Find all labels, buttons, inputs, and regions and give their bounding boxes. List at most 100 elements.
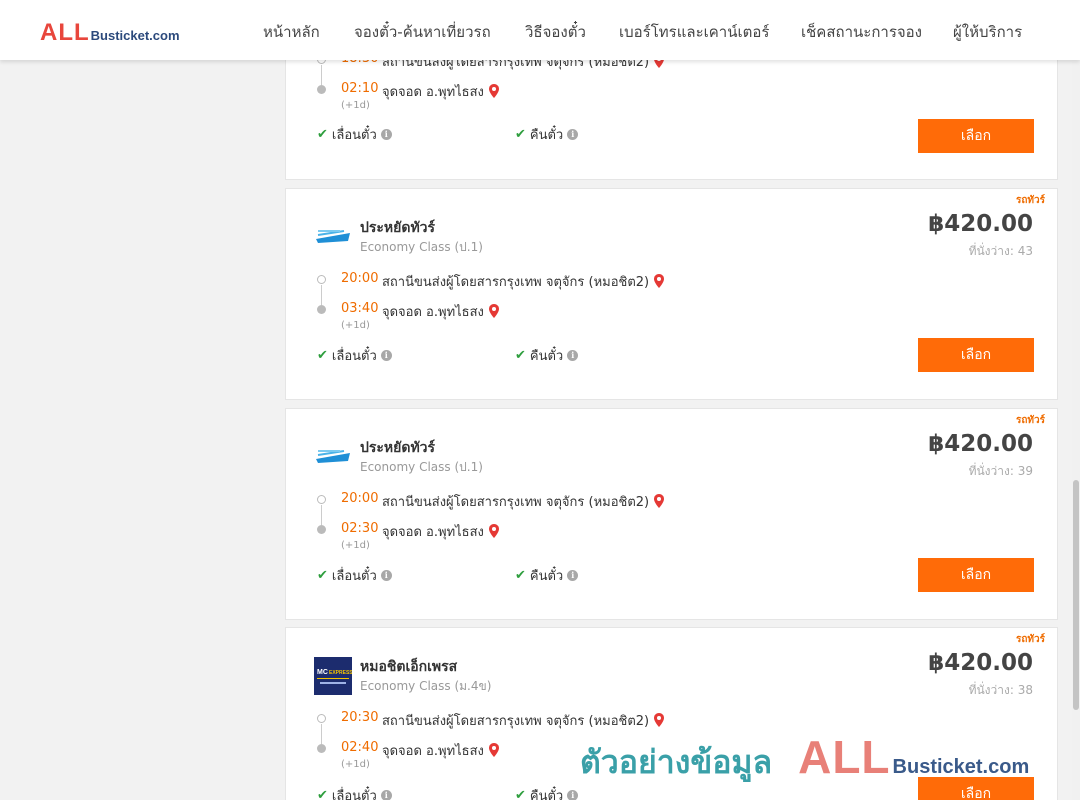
map-pin-icon[interactable] (653, 494, 665, 508)
depart-time: 20:30 (341, 710, 379, 725)
info-icon[interactable]: i (380, 350, 392, 361)
bus-type-badge: รถทัวร์ (1015, 634, 1045, 645)
check-icon: ✔ (317, 348, 328, 363)
svg-text:EXPRESS: EXPRESS (329, 670, 352, 676)
select-button[interactable]: เลือก (918, 558, 1034, 592)
depart-place: สถานีขนส่งผู้โดยสารกรุงเทพ จตุจักร (หมอช… (382, 710, 665, 731)
depart-dot (317, 714, 326, 723)
nav-operators[interactable]: ผู้ให้บริการ (953, 20, 1022, 44)
depart-time: 20:00 (341, 271, 379, 286)
operator-name: ประหยัดทัวร์ (360, 440, 436, 456)
seats-available: ที่นั่งว่าง: 39 (968, 464, 1033, 478)
map-pin-icon[interactable] (488, 524, 500, 538)
watermark-all-text: ALL (798, 731, 891, 783)
prayad-tour-logo-icon (316, 230, 350, 243)
depart-place-text: สถานีขนส่งผู้โดยสารกรุงเทพ จตุจักร (หมอช… (382, 714, 650, 729)
arrive-place: จุดจอด อ.พุทไธสง (382, 301, 500, 322)
arrive-dot (317, 744, 326, 753)
arrive-place-text: จุดจอด อ.พุทไธสง (382, 305, 484, 320)
check-icon: ✔ (515, 568, 526, 583)
plus-day: (+1d) (341, 100, 370, 111)
watermark-thai-text: ตัวอย่างข้อมูล (580, 743, 773, 781)
seats-available: ที่นั่งว่าง: 38 (968, 683, 1033, 697)
refund-ticket-label: คืนตั๋ว (529, 569, 564, 584)
map-pin-icon[interactable] (488, 84, 500, 98)
arrive-time: 02:10 (341, 81, 379, 96)
depart-place-text: สถานีขนส่งผู้โดยสารกรุงเทพ จตุจักร (หมอช… (382, 275, 650, 290)
arrive-dot (317, 305, 326, 314)
plus-day: (+1d) (341, 759, 370, 770)
bus-type-badge: รถทัวร์ (1015, 195, 1045, 206)
svg-text:MC: MC (317, 669, 328, 676)
arrive-dot (317, 85, 326, 94)
watermark-domain-text: Busticket.com (892, 756, 1030, 778)
scrollbar-thumb[interactable] (1073, 480, 1079, 710)
info-icon[interactable]: i (567, 129, 579, 140)
info-icon[interactable]: i (567, 350, 579, 361)
change-ticket-label: เลื่อนตั๋ว (331, 569, 377, 584)
operator-name: ประหยัดทัวร์ (360, 220, 436, 236)
map-pin-icon[interactable] (488, 304, 500, 318)
info-icon[interactable]: i (380, 129, 392, 140)
price: ฿420.00 (928, 431, 1033, 457)
change-ticket-feature: ✔ เลื่อนตั๋ว i (317, 565, 392, 586)
nav-check-booking[interactable]: เช็คสถานะการจอง (801, 20, 922, 44)
timeline-line (321, 65, 322, 85)
logo-domain-text: Busticket.com (90, 28, 180, 43)
refund-ticket-feature: ✔ คืนตั๋ว i (515, 785, 579, 800)
refund-ticket-feature: ✔ คืนตั๋ว i (515, 345, 579, 366)
change-ticket-label: เลื่อนตั๋ว (331, 789, 377, 800)
price: ฿420.00 (928, 650, 1033, 676)
map-pin-icon[interactable] (653, 274, 665, 288)
depart-time: 20:00 (341, 491, 379, 506)
map-pin-icon[interactable] (488, 743, 500, 757)
depart-place: สถานีขนส่งผู้โดยสารกรุงเทพ จตุจักร (หมอช… (382, 271, 665, 292)
bus-class: Economy Class (ป.1) (360, 240, 483, 254)
info-icon[interactable]: i (380, 570, 392, 581)
logo-all-text: ALL (40, 19, 90, 46)
plus-day: (+1d) (341, 540, 370, 551)
operator-name: หมอชิตเอ็กเพรส (360, 659, 458, 675)
bus-class: Economy Class (ม.4ข) (360, 679, 492, 693)
map-pin-icon[interactable] (653, 713, 665, 727)
depart-dot (317, 495, 326, 504)
nav-book-search[interactable]: จองตั๋ว-ค้นหาเที่ยวรถ (354, 20, 491, 44)
arrive-place: จุดจอด อ.พุทไธสง (382, 740, 500, 761)
site-logo[interactable]: ALL Busticket.com (40, 19, 180, 47)
info-icon[interactable]: i (567, 790, 579, 800)
timeline-line (321, 285, 322, 305)
nav-home[interactable]: หน้าหลัก (263, 20, 320, 44)
page-scrollbar[interactable] (1072, 60, 1080, 800)
arrive-place: จุดจอด อ.พุทไธสง (382, 81, 500, 102)
change-ticket-feature: ✔ เลื่อนตั๋ว i (317, 345, 392, 366)
select-button[interactable]: เลือก (918, 119, 1034, 153)
nav-phone-counters[interactable]: เบอร์โทรและเคาน์เตอร์ (619, 20, 769, 44)
timeline-line (321, 505, 322, 525)
bus-class: Economy Class (ป.1) (360, 460, 483, 474)
mochit-express-logo-icon: MC EXPRESS (314, 657, 352, 695)
check-icon: ✔ (317, 788, 328, 800)
arrive-dot (317, 525, 326, 534)
info-icon[interactable]: i (380, 790, 392, 800)
select-button[interactable]: เลือก (918, 338, 1034, 372)
depart-place-text: สถานีขนส่งผู้โดยสารกรุงเทพ จตุจักร (หมอช… (382, 495, 650, 510)
nav-how-to-book[interactable]: วิธีจองตั๋ว (525, 20, 586, 44)
plus-day: (+1d) (341, 320, 370, 331)
seats-available: ที่นั่งว่าง: 43 (968, 244, 1033, 258)
arrive-place-text: จุดจอด อ.พุทไธสง (382, 85, 484, 100)
price: ฿420.00 (928, 211, 1033, 237)
bus-type-badge: รถทัวร์ (1015, 415, 1045, 426)
change-ticket-label: เลื่อนตั๋ว (331, 349, 377, 364)
change-ticket-label: เลื่อนตั๋ว (331, 128, 377, 143)
arrive-time: 02:30 (341, 521, 379, 536)
depart-place: สถานีขนส่งผู้โดยสารกรุงเทพ จตุจักร (หมอช… (382, 491, 665, 512)
check-icon: ✔ (317, 568, 328, 583)
arrive-time: 03:40 (341, 301, 379, 316)
info-icon[interactable]: i (567, 570, 579, 581)
change-ticket-feature: ✔ เลื่อนตั๋ว i (317, 124, 392, 145)
check-icon: ✔ (515, 348, 526, 363)
change-ticket-feature: ✔ เลื่อนตั๋ว i (317, 785, 392, 800)
trip-card: รถทัวร์ ประหยัดทัวร์ Economy Class (ป.1)… (285, 408, 1058, 620)
depart-dot (317, 275, 326, 284)
prayad-tour-logo-icon (316, 450, 350, 463)
